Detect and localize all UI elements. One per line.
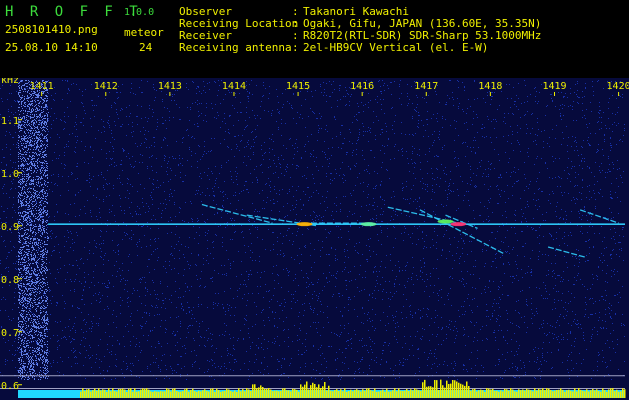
y-tick-label: 1.1 [1, 116, 19, 127]
y-tick-label: 0.9 [1, 222, 19, 233]
x-tick-label: 1413 [158, 81, 182, 92]
x-tick-label: 1415 [286, 81, 310, 92]
x-tick-label: 1412 [94, 81, 118, 92]
x-tick-label: 1420 [607, 81, 629, 92]
info-label-antenna: Receiving antenna [179, 41, 292, 54]
file-name: 2508101410.png [5, 23, 98, 36]
y-axis-unit: kHz [1, 78, 19, 86]
meteor-count: 24 [139, 41, 153, 54]
x-tick-label: 1419 [542, 81, 566, 92]
y-tick-label: 0.7 [1, 328, 19, 339]
y-tick-label: 1.0 [1, 169, 19, 180]
x-tick-label: 1414 [222, 81, 246, 92]
meteor-hot-spot [360, 222, 377, 227]
y-tick-label: 0.6 [1, 381, 19, 392]
x-tick-label: 1411 [30, 81, 54, 92]
x-tick-label: 1418 [478, 81, 502, 92]
header-panel: H R O F F T 1.0.0 2508101410.png meteor … [0, 0, 629, 78]
y-tick-label: 0.8 [1, 275, 19, 286]
meteor-hot-spot [437, 219, 454, 224]
info-value-antenna: 2el-HB9CV Vertical (el. E-W) [303, 41, 489, 54]
app-version: 1.0.0 [124, 7, 155, 18]
meteor-hot-spot [450, 222, 467, 227]
x-tick-label: 1417 [414, 81, 438, 92]
info-sep: : [292, 41, 299, 54]
app-logo: H R O F F T [5, 4, 142, 20]
meteor-label: meteor [124, 26, 164, 39]
x-tick-label: 1416 [350, 81, 374, 92]
timestamp: 25.08.10 14:10 [5, 41, 98, 54]
spectrogram: kHz 1411 1412 1413 1414 1415 1416 1417 1418 1419 1… [0, 78, 629, 400]
meteor-hot-spot [296, 222, 313, 227]
